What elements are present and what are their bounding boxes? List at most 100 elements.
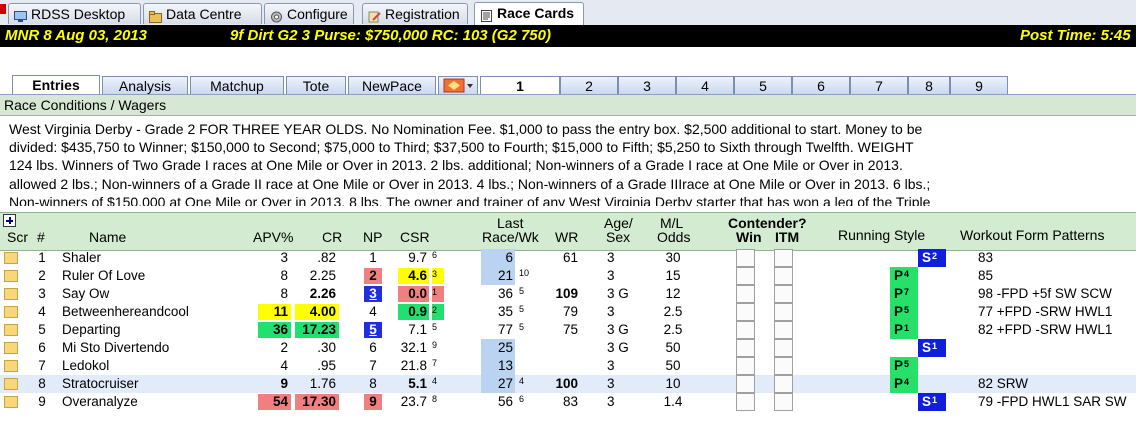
race-tab-2[interactable]: 2 xyxy=(560,76,618,95)
scratch-checkbox[interactable] xyxy=(4,252,18,264)
race-tab-1[interactable]: 1 xyxy=(480,76,560,95)
horse-name[interactable]: Ruler Of Love xyxy=(62,267,232,285)
tab-registration[interactable]: Registration xyxy=(362,3,468,24)
col-apv[interactable]: APV% xyxy=(253,230,293,245)
workout-text: 77 +FPD -SRW HWL1 xyxy=(978,304,1113,319)
contender-win-checkbox[interactable] xyxy=(736,375,755,393)
scratch-checkbox[interactable] xyxy=(4,306,18,318)
contender-itm-checkbox[interactable] xyxy=(774,393,793,411)
tab-race-cards[interactable]: Race Cards xyxy=(474,2,584,25)
col-workout[interactable]: Workout Form Patterns xyxy=(960,228,1104,243)
table-row[interactable]: 9 Overanalyze 54 17.30 9 23.7 8 56 6 83 3 1.4 S1 79 -… xyxy=(0,393,1136,411)
col-win[interactable]: Win xyxy=(736,230,762,245)
contender-itm-checkbox[interactable] xyxy=(774,375,793,393)
csr-rank: 9 xyxy=(432,340,438,350)
contender-itm-checkbox[interactable] xyxy=(774,303,793,321)
scratch-checkbox[interactable] xyxy=(4,288,18,300)
table-row[interactable]: 2 Ruler Of Love 8 2.25 2 4.6 3 21 10 3 15 P4 85 xyxy=(0,267,1136,285)
table-row[interactable]: 6 Mi Sto Divertendo 2 .30 6 32.1 9 25 3 G 50 S1 xyxy=(0,339,1136,357)
tab-configure[interactable]: Configure xyxy=(264,3,354,24)
apv-value: 4 xyxy=(280,358,288,373)
pen-icon xyxy=(368,8,381,23)
race-tab-7[interactable]: 7 xyxy=(850,76,908,95)
col-itm[interactable]: ITM xyxy=(775,230,799,245)
scratch-checkbox[interactable] xyxy=(4,360,18,372)
horse-name[interactable]: Stratocruiser xyxy=(62,375,232,393)
col-np[interactable]: NP xyxy=(363,230,382,245)
col-running-style[interactable]: Running Style xyxy=(838,228,925,243)
tab-label: Configure xyxy=(287,6,348,22)
tab-data-centre[interactable]: Data Centre xyxy=(143,3,262,24)
table-row[interactable]: 4 Betweenhereandcool 11 4.00 4 0.9 2 35 5 79 3 2.5 P… xyxy=(0,303,1136,321)
horse-name[interactable]: Departing xyxy=(62,321,232,339)
options-dropdown[interactable] xyxy=(438,76,478,95)
table-row[interactable]: 8 Stratocruiser 9 1.76 8 5.1 4 27 4 100 3 10 P4 82 SR… xyxy=(0,375,1136,393)
contender-win-checkbox[interactable] xyxy=(736,321,755,339)
race-tab-8[interactable]: 8 xyxy=(908,76,950,95)
contender-itm-checkbox[interactable] xyxy=(774,285,793,303)
back-arrow-icon[interactable] xyxy=(0,4,6,14)
last-race-value: 56 xyxy=(497,394,513,409)
col-name[interactable]: Name xyxy=(89,230,126,245)
running-style-letter: S xyxy=(922,394,932,409)
weeks-value xyxy=(519,249,533,267)
weeks-value: 10 xyxy=(519,268,530,278)
contender-itm-checkbox[interactable] xyxy=(774,321,793,339)
horse-name[interactable]: Shaler xyxy=(62,249,232,267)
running-style-number: 1 xyxy=(932,395,938,405)
workout-patterns: 82 SRW xyxy=(978,375,1136,393)
tab-tote[interactable]: Tote xyxy=(286,76,346,95)
tab-matchup[interactable]: Matchup xyxy=(190,76,284,95)
col-race-wk[interactable]: Race/Wk xyxy=(482,230,539,245)
ml-odds-value: 1.4 xyxy=(663,394,683,409)
scratch-checkbox[interactable] xyxy=(4,324,18,336)
scratch-checkbox[interactable] xyxy=(4,378,18,390)
tab-entries[interactable]: Entries xyxy=(12,75,100,95)
scratch-checkbox[interactable] xyxy=(4,270,18,282)
table-row[interactable]: 7 Ledokol 4 .95 7 21.8 7 13 3 50 P5 xyxy=(0,357,1136,375)
apv-value: 54 xyxy=(258,394,291,410)
horse-name[interactable]: Say Ow xyxy=(62,285,232,303)
table-row[interactable]: 1 Shaler 3 .82 1 9.7 6 6 61 3 30 S2 83 xyxy=(0,249,1136,267)
contender-win-checkbox[interactable] xyxy=(736,357,755,375)
horse-name[interactable]: Betweenhereandcool xyxy=(62,303,232,321)
col-sex[interactable]: Sex xyxy=(606,230,630,245)
contender-itm-checkbox[interactable] xyxy=(774,267,793,285)
contender-win-checkbox[interactable] xyxy=(736,249,755,267)
col-wr[interactable]: WR xyxy=(555,230,578,245)
race-tab-9[interactable]: 9 xyxy=(950,76,1008,95)
contender-win-checkbox[interactable] xyxy=(736,393,755,411)
scratch-checkbox[interactable] xyxy=(4,396,18,408)
expand-plus-icon[interactable] xyxy=(3,214,16,227)
contender-itm-checkbox[interactable] xyxy=(774,249,793,267)
horse-name[interactable]: Ledokol xyxy=(62,357,232,375)
race-tab-4[interactable]: 4 xyxy=(676,76,734,95)
race-tab-5[interactable]: 5 xyxy=(734,76,792,95)
race-tab-6[interactable]: 6 xyxy=(792,76,850,95)
gear-icon xyxy=(270,8,283,23)
contender-win-checkbox[interactable] xyxy=(736,303,755,321)
table-row[interactable]: 5 Departing 36 17.23 5 7.1 5 77 5 75 3 G 2.5 P1 82 +F… xyxy=(0,321,1136,339)
race-tab-3[interactable]: 3 xyxy=(618,76,676,95)
contender-itm-checkbox[interactable] xyxy=(774,339,793,357)
contender-itm-checkbox[interactable] xyxy=(774,357,793,375)
table-row[interactable]: 3 Say Ow 8 2.26 3 0.0 1 36 5 109 3 G 12 P7 98 -FPD +5… xyxy=(0,285,1136,303)
contender-win-checkbox[interactable] xyxy=(736,339,755,357)
col-scr[interactable]: Scr xyxy=(7,230,28,245)
col-cr[interactable]: CR xyxy=(322,230,342,245)
contender-win-checkbox[interactable] xyxy=(736,267,755,285)
tab-analysis[interactable]: Analysis xyxy=(102,76,188,95)
contender-win-checkbox[interactable] xyxy=(736,285,755,303)
running-style-number: 1 xyxy=(932,341,938,351)
col-num[interactable]: # xyxy=(37,230,45,245)
tab-newpace[interactable]: NewPace xyxy=(348,76,436,95)
ml-odds-value: 2.5 xyxy=(663,304,683,319)
scratch-checkbox[interactable] xyxy=(4,342,18,354)
horse-name[interactable]: Overanalyze xyxy=(62,393,232,411)
workout-text: 82 SRW xyxy=(978,376,1029,391)
tab-rdss-desktop[interactable]: RDSS Desktop xyxy=(8,3,141,24)
workout-text: 83 xyxy=(978,250,994,265)
horse-name[interactable]: Mi Sto Divertendo xyxy=(62,339,232,357)
col-odds[interactable]: Odds xyxy=(657,230,690,245)
col-csr[interactable]: CSR xyxy=(400,230,430,245)
